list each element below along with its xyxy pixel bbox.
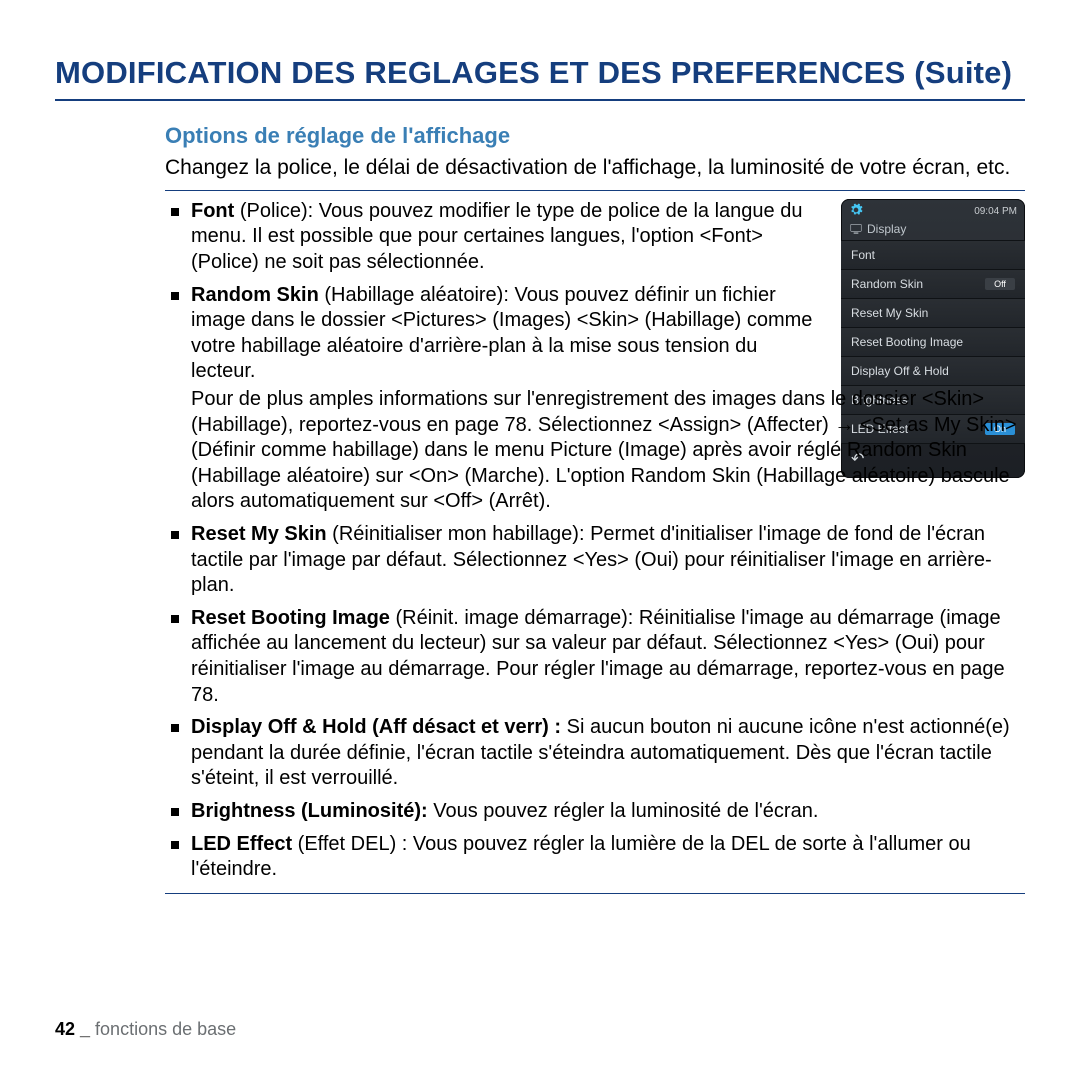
option-paren: (Effet DEL) : xyxy=(292,833,413,855)
option-paren: (Réinit. image démarrage): xyxy=(390,607,639,629)
option-label: Random Skin xyxy=(191,284,319,306)
footer-label: fonctions de base xyxy=(95,1019,236,1039)
option-paren: (Habillage aléatoire): xyxy=(319,284,515,306)
end-rule xyxy=(165,893,1025,894)
section-heading: Options de réglage de l'affichage xyxy=(165,123,1025,149)
title-rule xyxy=(55,99,1025,101)
option-paren: (Réinitialiser mon habillage): xyxy=(327,523,590,545)
option-paren: (Police): xyxy=(234,200,318,222)
option-label: Reset My Skin xyxy=(191,523,327,545)
options-list: Font (Police): Vous pouvez modifier le t… xyxy=(165,199,1025,883)
list-item: Display Off & Hold (Aff désact et verr) … xyxy=(165,715,1025,792)
footer-sep: _ xyxy=(75,1019,95,1039)
option-label: LED Effect xyxy=(191,833,292,855)
page-footer: 42 _ fonctions de base xyxy=(55,1019,236,1040)
option-label: Display Off & Hold (Aff désact et verr) … xyxy=(191,716,561,738)
option-label: Font xyxy=(191,200,234,222)
list-item: Reset My Skin (Réinitialiser mon habilla… xyxy=(165,522,1025,599)
list-item: Random Skin (Habillage aléatoire): Vous … xyxy=(165,283,1025,515)
intro-rule xyxy=(165,190,1025,191)
page-number: 42 xyxy=(55,1019,75,1039)
option-text: Vous pouvez régler la luminosité de l'éc… xyxy=(433,800,818,822)
option-label: Reset Booting Image xyxy=(191,607,390,629)
page-title: MODIFICATION DES REGLAGES ET DES PREFERE… xyxy=(55,55,1025,91)
intro-text: Changez la police, le délai de désactiva… xyxy=(165,155,1025,182)
list-item: LED Effect (Effet DEL) : Vous pouvez rég… xyxy=(165,832,1025,883)
list-item: Font (Police): Vous pouvez modifier le t… xyxy=(165,199,1025,276)
option-label: Brightness (Luminosité): xyxy=(191,800,428,822)
list-item: Brightness (Luminosité): Vous pouvez rég… xyxy=(165,799,1025,825)
option-extra: Pour de plus amples informations sur l'e… xyxy=(191,387,1025,515)
list-item: Reset Booting Image (Réinit. image démar… xyxy=(165,606,1025,708)
